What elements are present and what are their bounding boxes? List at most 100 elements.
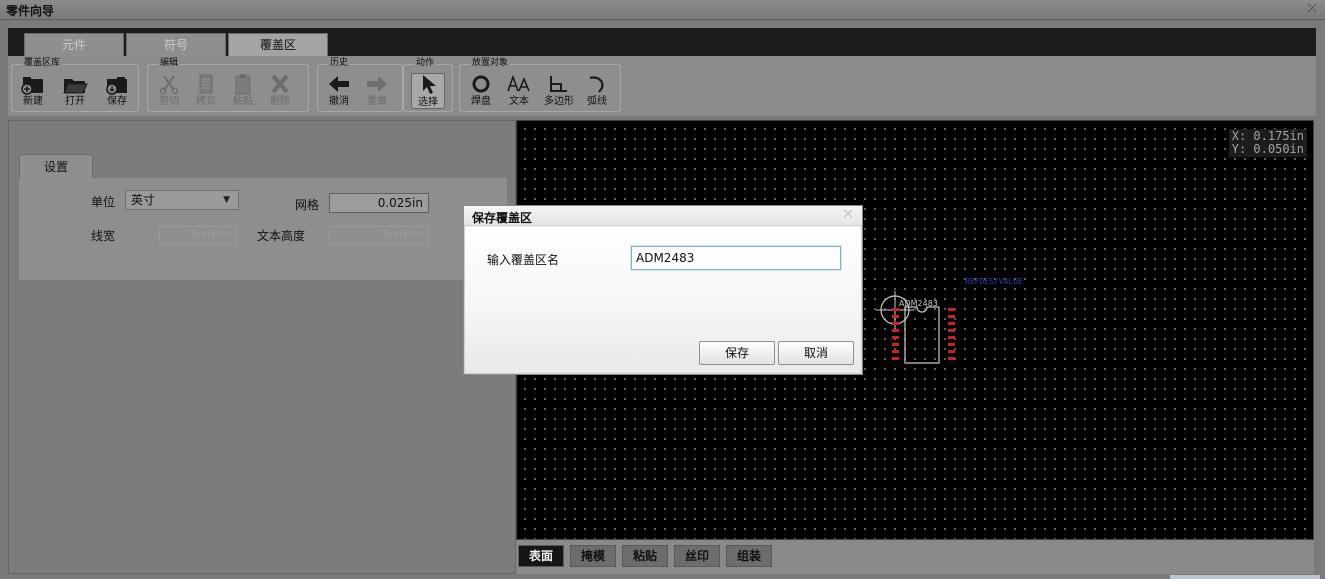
group-label-library: 覆盖区库 xyxy=(22,58,63,68)
copy-button[interactable]: 拷贝 xyxy=(189,73,223,109)
save-button[interactable]: 保存 xyxy=(699,341,775,365)
window-titlebar: 零件向导 ⤫ xyxy=(0,0,1325,20)
arc-tool-button[interactable]: 弧线 xyxy=(580,73,614,109)
tab-symbol[interactable]: 符号 xyxy=(126,33,226,56)
pad-right-6[interactable] xyxy=(948,343,955,346)
dialog-titlebar: 保存覆盖区 ⤫ xyxy=(464,206,862,226)
text-tool-label: 文本 xyxy=(509,96,529,107)
cancel-button[interactable]: 取消 xyxy=(778,341,854,365)
open-folder-icon xyxy=(63,79,88,94)
pad-right-5[interactable] xyxy=(948,336,955,339)
pad-right-3[interactable] xyxy=(948,322,955,325)
save-toolbar-button[interactable]: 保存 xyxy=(100,73,134,109)
pad-left-8[interactable] xyxy=(892,357,899,360)
layer-bar: 表面 掩模 粘贴 丝印 组装 xyxy=(516,540,1314,574)
tab-component[interactable]: 元件 xyxy=(24,33,124,56)
pad-left-7[interactable] xyxy=(892,350,899,353)
new-folder-icon xyxy=(21,77,43,95)
group-label-action: 动作 xyxy=(414,58,437,68)
undo-button[interactable]: 撤消 xyxy=(322,73,356,109)
layer-silkscreen[interactable]: 丝印 xyxy=(674,545,720,567)
window-close-icon[interactable]: ⤫ xyxy=(1307,1,1317,16)
component-outline xyxy=(904,306,940,364)
new-button-label: 新建 xyxy=(23,96,43,107)
arc-icon xyxy=(589,76,604,93)
layer-assembly[interactable]: 组装 xyxy=(726,545,772,567)
chevron-down-icon: ▼ xyxy=(223,195,230,205)
delete-button[interactable]: 删除 xyxy=(263,73,297,109)
save-footprint-dialog: 保存覆盖区 ⤫ 输入覆盖区名 保存 取消 xyxy=(463,205,863,375)
delete-button-label: 删除 xyxy=(270,96,290,107)
group-label-history: 历史 xyxy=(328,58,351,68)
arc-tool-label: 弧线 xyxy=(587,96,607,107)
toolbar-group-edit: 编辑 剪切 拷贝 粘贴 删除 xyxy=(147,58,309,112)
tab-footprint[interactable]: 覆盖区 xyxy=(228,33,328,57)
pad-left-5[interactable] xyxy=(892,336,899,339)
dialog-close-icon[interactable]: ⤫ xyxy=(844,209,852,220)
redo-button[interactable]: 重做 xyxy=(360,73,394,109)
footprint-name-input[interactable] xyxy=(631,246,841,270)
text-tool-button[interactable]: 文本 xyxy=(502,73,536,109)
pad-right-2[interactable] xyxy=(948,315,955,318)
component-label: ADM2483 xyxy=(899,299,938,308)
unit-select-value: 英寸 xyxy=(131,193,156,207)
tab-settings[interactable]: 设置 xyxy=(19,154,93,179)
layer-top[interactable]: 表面 xyxy=(518,545,564,567)
footprint-name-label: 输入覆盖区名 xyxy=(487,253,560,267)
dialog-body: 输入覆盖区名 保存 取消 xyxy=(465,227,861,373)
status-strip xyxy=(1170,575,1320,579)
window-title: 零件向导 xyxy=(6,4,55,18)
open-button-label: 打开 xyxy=(65,96,85,107)
delete-x-icon xyxy=(271,74,289,94)
pad-left-3[interactable] xyxy=(892,322,899,325)
main-tabstrip: 元件 符号 覆盖区 xyxy=(8,28,1316,57)
text-height-label: 文本高度 xyxy=(257,229,306,243)
toolbar-group-library: 覆盖区库 新建 打开 保存 xyxy=(11,58,139,112)
clipboard-icon xyxy=(235,74,251,95)
grid-label: 网格 xyxy=(295,198,320,212)
polygon-icon xyxy=(550,76,567,92)
line-width-input[interactable]: TextBox xyxy=(159,226,237,244)
pads-right xyxy=(948,308,955,360)
paste-button[interactable]: 粘贴 xyxy=(226,73,260,109)
save-toolbar-button-label: 保存 xyxy=(107,96,127,107)
pad-left-2[interactable] xyxy=(892,315,899,318)
open-button[interactable]: 打开 xyxy=(58,73,92,109)
cut-button-label: 剪切 xyxy=(159,96,179,107)
text-height-input[interactable]: TextBox xyxy=(329,226,429,244)
select-tool-label: 选择 xyxy=(418,97,438,108)
cursor-arrow-icon xyxy=(423,75,436,94)
pad-left-1[interactable] xyxy=(892,308,899,311)
arrow-right-icon xyxy=(367,76,387,92)
copy-icon xyxy=(199,74,213,94)
layer-mask[interactable]: 掩模 xyxy=(570,545,616,567)
arrow-left-icon xyxy=(329,76,349,92)
layer-paste[interactable]: 粘贴 xyxy=(622,545,668,567)
settings-pane: 设置 单位 英寸 ▼ 网格 0.025in 线宽 TextBox 文本高度 Te… xyxy=(8,120,516,574)
pad-right-7[interactable] xyxy=(948,350,955,353)
pad-right-4[interactable] xyxy=(948,329,955,332)
group-label-place: 放置对象 xyxy=(470,58,511,68)
pad-right-1[interactable] xyxy=(948,308,955,311)
toolbar-group-place: 放置对象 焊盘 文本 多边形 弧线 xyxy=(459,58,621,112)
pad-left-6[interactable] xyxy=(892,343,899,346)
pads-left xyxy=(892,308,899,360)
grid-input[interactable]: 0.025in xyxy=(329,193,429,213)
pad-tool-button[interactable]: 焊盘 xyxy=(464,73,498,109)
pad-left-4[interactable] xyxy=(892,329,899,332)
toolbar-group-history: 历史 撤消 重做 xyxy=(317,58,403,112)
cut-button[interactable]: 剪切 xyxy=(152,73,186,109)
select-tool-button[interactable]: 选择 xyxy=(411,73,445,109)
unit-select[interactable]: 英寸 ▼ xyxy=(125,190,239,210)
toolbar: 覆盖区库 新建 打开 保存 编辑 剪切 拷贝 粘贴 删除 历史 撤消 重做 动作… xyxy=(8,56,1316,116)
polygon-tool-button[interactable]: 多边形 xyxy=(542,73,576,109)
undo-button-label: 撤消 xyxy=(329,96,349,107)
pad-right-8[interactable] xyxy=(948,357,955,360)
scissors-icon xyxy=(159,75,179,95)
toolbar-group-action: 动作 选择 xyxy=(403,58,453,112)
new-button[interactable]: 新建 xyxy=(16,73,50,109)
line-width-label: 线宽 xyxy=(91,229,116,243)
dialog-title: 保存覆盖区 xyxy=(472,211,533,225)
paste-button-label: 粘贴 xyxy=(233,96,253,107)
pad-circle-icon xyxy=(472,75,490,93)
